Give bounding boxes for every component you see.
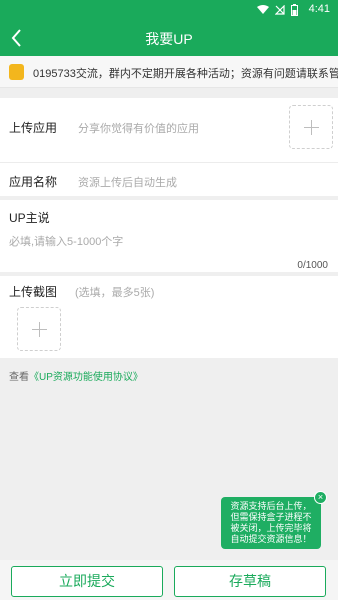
screenshot-label: 上传截图 [9,285,58,299]
status-bar: 4:41 [0,0,338,20]
wifi-icon [257,5,269,14]
signal-off-icon [275,5,285,15]
lightbulb-icon [9,64,24,80]
agreement-prefix: 查看 [9,372,29,383]
char-counter: 0/1000 [297,260,328,271]
submit-button[interactable]: 立即提交 [11,566,163,597]
up-says-label: UP主说 [9,211,50,225]
upload-app-label: 上传应用 [9,121,58,135]
app-name-field: 资源上传后自动生成 [78,177,177,189]
notice-text: 0195733交流，群内不定期开展各种活动；资源有问题请联系管理员QQ [33,68,338,80]
upload-app-button[interactable] [289,105,333,149]
upload-tip-tooltip: 资源支持后台上传，但需保持盒子进程不被关闭，上传完毕将自动提交资源信息！ × [221,491,327,549]
divider [0,162,338,163]
agreement-line: 查看《UP资源功能使用协议》 [9,368,143,383]
status-icons [257,4,298,16]
add-screenshot-button[interactable] [17,307,61,351]
app-bar: 我要UP [0,20,338,56]
app-info-card: 上传应用 分享你觉得有价值的应用 应用名称 资源上传后自动生成 [0,98,338,196]
screenshot-card: 上传截图 (选填，最多5张) [0,276,338,358]
close-icon[interactable]: × [314,491,327,504]
screenshot-hint: (选填，最多5张) [75,287,155,299]
page-title: 我要UP [145,31,193,47]
notice-bar: 0195733交流，群内不定期开展各种活动；资源有问题请联系管理员QQ [0,56,338,88]
status-time: 4:41 [308,3,330,15]
app-name-label: 应用名称 [9,175,58,189]
upload-app-hint: 分享你觉得有价值的应用 [78,123,199,135]
save-draft-button[interactable]: 存草稿 [174,566,326,597]
battery-icon [291,4,298,16]
tooltip-text: 资源支持后台上传，但需保持盒子进程不被关闭，上传完毕将自动提交资源信息！ [230,501,312,544]
up-says-card: UP主说 必填,请输入5-1000个字 0/1000 [0,200,338,272]
agreement-link[interactable]: 《UP资源功能使用协议》 [29,372,143,383]
up-says-input[interactable]: 必填,请输入5-1000个字 [9,233,123,249]
